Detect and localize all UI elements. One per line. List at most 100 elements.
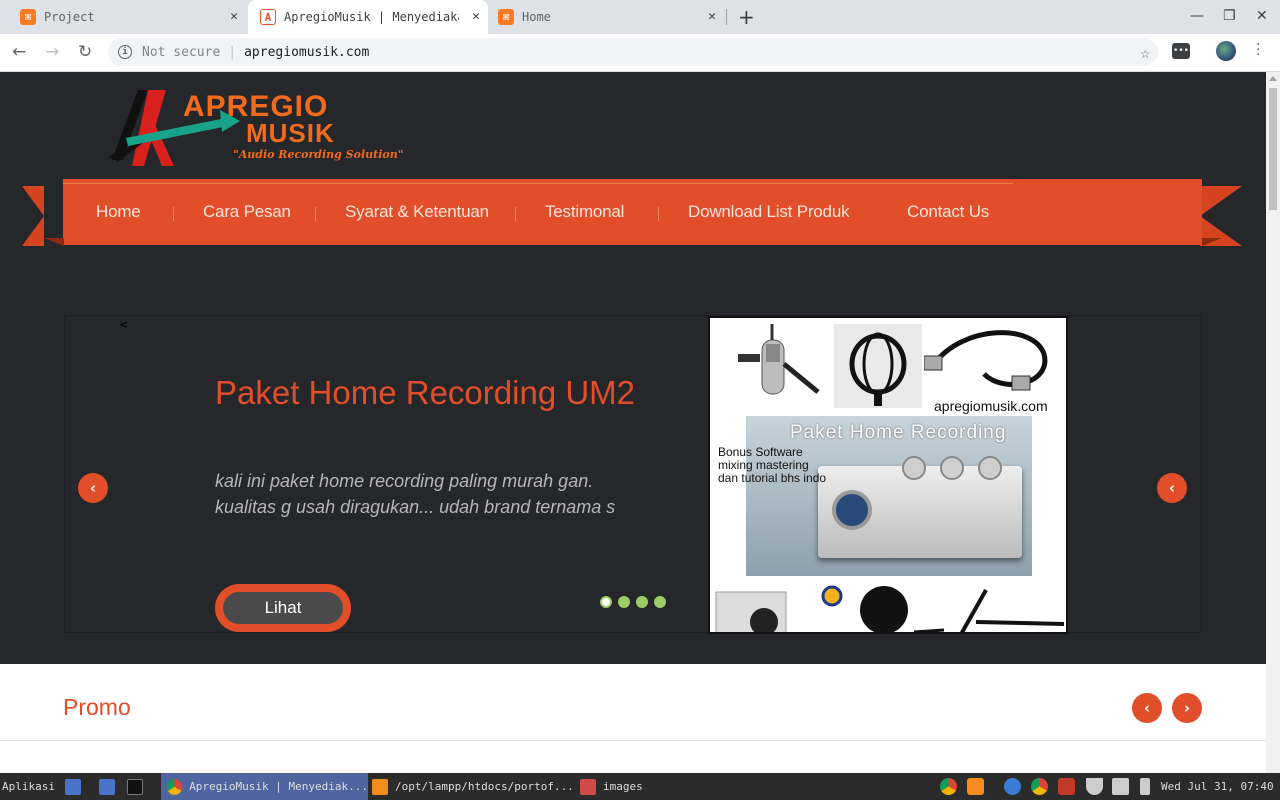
accessories-picture-icon bbox=[715, 585, 1064, 632]
ribbon-highlight bbox=[63, 183, 1013, 184]
audio-interface-picture: Paket Home Recording bbox=[746, 416, 1032, 576]
browser-toolbar: ← → ↻ i Not secure | apregiomusik.com ☆ … bbox=[0, 34, 1280, 72]
apregio-favicon-icon: A bbox=[260, 9, 276, 25]
extension-icon[interactable]: ••• bbox=[1172, 43, 1190, 59]
slider-prev-hint[interactable]: < bbox=[119, 318, 128, 331]
page-scrollbar[interactable] bbox=[1266, 72, 1280, 773]
chrome-tray-icon[interactable] bbox=[1031, 778, 1048, 795]
promo-section: Promo ‹ › bbox=[0, 664, 1266, 773]
taskbar-window-chrome[interactable]: ApregioMusik | Menyediak... bbox=[161, 773, 368, 800]
shock-mount-icon bbox=[849, 332, 907, 406]
applications-menu[interactable]: Aplikasi bbox=[2, 773, 55, 800]
folder-icon bbox=[580, 778, 596, 795]
profile-avatar[interactable] bbox=[1216, 41, 1236, 61]
tab-home[interactable]: ⌘ Home ✕ bbox=[478, 0, 724, 34]
show-desktop-icon[interactable] bbox=[65, 773, 88, 800]
tab-strip: ⌘ Project ✕ A ApregioMusik | Menyediaka … bbox=[0, 0, 1280, 34]
shock-mount-picture bbox=[834, 324, 922, 408]
bonus-line: dan tutorial bhs indo bbox=[718, 471, 827, 485]
product-image: apregiomusik.com Paket Home Recording Bo… bbox=[708, 316, 1068, 634]
back-arrow-icon[interactable]: ← bbox=[12, 42, 26, 62]
microphone-picture-icon bbox=[738, 324, 820, 395]
scroll-thumb[interactable] bbox=[1269, 88, 1277, 210]
nav-contact-us[interactable]: Contact Us bbox=[907, 202, 989, 222]
close-icon[interactable]: ✕ bbox=[230, 9, 238, 24]
terminal-icon[interactable] bbox=[127, 773, 150, 800]
ribbon-tail-right bbox=[1200, 186, 1242, 246]
os-taskbar: Aplikasi ApregioMusik | Menyediak... /op… bbox=[0, 773, 1280, 800]
address-bar[interactable]: i Not secure | apregiomusik.com ☆ bbox=[108, 38, 1158, 66]
taskbar-window-label: images bbox=[603, 780, 643, 793]
xlr-cable-picture-icon bbox=[924, 330, 1048, 391]
hero-slider: < ‹ Paket Home Recording UM2 kali ini pa… bbox=[64, 315, 1202, 634]
promo-prev-button[interactable]: ‹ bbox=[1132, 693, 1162, 723]
nav-syarat-ketentuan[interactable]: Syarat & Ketentuan bbox=[345, 202, 489, 222]
close-window-icon[interactable]: ✕ bbox=[1256, 8, 1268, 24]
bluetooth-icon[interactable] bbox=[1004, 778, 1021, 795]
volume-icon[interactable] bbox=[1112, 778, 1129, 795]
ribbon-fold-left bbox=[44, 238, 64, 246]
tab-project[interactable]: ⌘ Project ✕ bbox=[0, 0, 246, 34]
tab-title: Project bbox=[44, 10, 95, 24]
close-icon[interactable]: ✕ bbox=[708, 9, 716, 24]
slider-pagination bbox=[600, 596, 666, 608]
product-image-banner: Paket Home Recording bbox=[790, 422, 1007, 443]
divider: | bbox=[228, 44, 237, 60]
url-text: apregiomusik.com bbox=[244, 44, 370, 60]
sublime-icon bbox=[372, 778, 388, 795]
shield-icon[interactable] bbox=[1058, 778, 1075, 795]
scroll-up-arrow-icon[interactable] bbox=[1269, 76, 1277, 81]
nav-home[interactable]: Home bbox=[96, 202, 141, 222]
nav-testimonal[interactable]: Testimonal bbox=[545, 202, 624, 222]
knob-icon bbox=[978, 456, 1002, 480]
nav-cara-pesan[interactable]: Cara Pesan bbox=[203, 202, 291, 222]
nav-separator bbox=[173, 207, 174, 221]
tab-title: Home bbox=[522, 10, 551, 24]
knob-icon bbox=[940, 456, 964, 480]
battery-icon[interactable] bbox=[1140, 778, 1150, 795]
slide-title: Paket Home Recording UM2 bbox=[215, 374, 636, 411]
page-viewport: APREGIO MUSIK "Audio Recording Solution"… bbox=[0, 72, 1266, 773]
nav-download-list-produk[interactable]: Download List Produk bbox=[688, 202, 850, 222]
taskbar-window-label: /opt/lampp/htdocs/portof... bbox=[395, 780, 574, 793]
slide-description: kali ini paket home recording paling mur… bbox=[215, 471, 616, 517]
audio-interface-device bbox=[818, 456, 1022, 558]
xampp-icon: ⌘ bbox=[20, 9, 36, 25]
nav-separator bbox=[515, 207, 516, 221]
slider-dot-3[interactable] bbox=[636, 596, 648, 608]
tab-apregiomusik[interactable]: A ApregioMusik | Menyediaka ✕ bbox=[248, 0, 488, 34]
slider-dot-4[interactable] bbox=[654, 596, 666, 608]
reload-icon[interactable]: ↻ bbox=[78, 42, 92, 62]
nav-separator bbox=[315, 207, 316, 221]
promo-title: Promo bbox=[63, 694, 131, 720]
slider-dot-2[interactable] bbox=[618, 596, 630, 608]
promo-divider bbox=[0, 740, 1266, 741]
wifi-icon[interactable] bbox=[1086, 778, 1103, 795]
slider-dot-1[interactable] bbox=[600, 596, 612, 608]
ribbon-tail-left bbox=[22, 186, 44, 246]
clock[interactable]: Wed Jul 31, 07:40 bbox=[1161, 773, 1274, 800]
info-icon[interactable]: i bbox=[118, 45, 132, 59]
forward-arrow-icon[interactable]: → bbox=[45, 42, 59, 62]
tab-title: ApregioMusik | Menyediaka bbox=[284, 10, 459, 24]
taskbar-window-images[interactable]: images bbox=[580, 773, 643, 800]
xlr-jack-icon bbox=[832, 490, 872, 530]
nav-separator bbox=[658, 207, 659, 221]
chrome-tray-icon[interactable] bbox=[940, 778, 957, 795]
tab-separator bbox=[726, 9, 727, 25]
minimize-icon[interactable]: — bbox=[1190, 8, 1204, 24]
new-tab-button[interactable]: + bbox=[738, 5, 755, 29]
promo-next-button[interactable]: › bbox=[1172, 693, 1202, 723]
slider-next-button[interactable]: ‹ bbox=[1157, 473, 1187, 503]
file-manager-icon[interactable] bbox=[99, 773, 122, 800]
chrome-icon bbox=[167, 778, 183, 795]
slider-prev-button[interactable]: ‹ bbox=[78, 473, 108, 503]
site-logo[interactable]: APREGIO MUSIK "Audio Recording Solution" bbox=[108, 88, 403, 168]
lihat-button-label: Lihat bbox=[223, 592, 343, 624]
kebab-menu-icon[interactable]: · · · bbox=[1256, 38, 1260, 62]
bookmark-star-icon[interactable]: ☆ bbox=[1140, 43, 1150, 62]
lihat-button[interactable]: Lihat bbox=[215, 584, 351, 632]
taskbar-window-sublime[interactable]: /opt/lampp/htdocs/portof... bbox=[372, 773, 574, 800]
sublime-tray-icon[interactable] bbox=[967, 778, 984, 795]
restore-icon[interactable]: ❐ bbox=[1223, 8, 1236, 24]
